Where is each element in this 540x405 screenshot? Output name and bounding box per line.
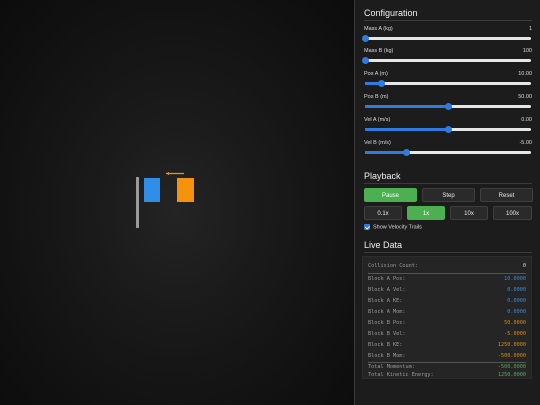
- reset-button[interactable]: Reset: [480, 188, 533, 202]
- stat-value: 50.0000: [504, 320, 526, 326]
- param-value: -5.00: [519, 140, 532, 146]
- stat-value: -500.0000: [497, 353, 526, 359]
- block-b-pos-row: Block B Pos: 50.0000: [368, 320, 526, 329]
- stat-value: 10.0000: [504, 276, 526, 282]
- param-label: Vel A (m/s): [364, 117, 391, 123]
- pos-b-slider[interactable]: [365, 103, 531, 110]
- mass-a-slider[interactable]: [361, 35, 531, 42]
- block-a-vel-row: Block A Vel: 0.0000: [368, 287, 526, 296]
- divider: [364, 252, 532, 253]
- stat-label: Block A Pos:: [368, 276, 406, 282]
- param-vel-b: Vel B (m/s) -5.00: [364, 140, 532, 160]
- param-label: Vel B (m/s): [364, 140, 391, 146]
- block-a-ke-row: Block A KE: 0.0000: [368, 298, 526, 307]
- vel-a-slider[interactable]: [365, 126, 531, 133]
- slider-thumb[interactable]: [361, 35, 369, 42]
- velocity-trails-label: Show Velocity Trails: [373, 224, 422, 231]
- slider-thumb[interactable]: [444, 126, 452, 133]
- param-label: Mass A (kg): [364, 26, 393, 32]
- slider-thumb[interactable]: [444, 103, 452, 110]
- stat-label: Block A Mom:: [368, 309, 406, 315]
- divider: [368, 273, 526, 274]
- slider-thumb[interactable]: [403, 149, 410, 156]
- param-value: 50.00: [518, 94, 532, 100]
- speed-100x-button[interactable]: 100x: [493, 206, 532, 220]
- live-data-panel: Collision Count: 0 Block A Pos: 10.0000 …: [362, 256, 532, 379]
- stat-value: 0.0000: [507, 298, 526, 304]
- stat-label: Block A Vel:: [368, 287, 406, 293]
- block-b-ke-row: Block B KE: 1250.0000: [368, 342, 526, 351]
- pos-a-slider[interactable]: [365, 80, 531, 87]
- total-kinetic-energy-row: Total Kinetic Energy: 1250.0000: [368, 372, 526, 379]
- divider: [364, 183, 532, 184]
- param-pos-b: Pos B (m) 50.00: [364, 94, 532, 114]
- stat-value: 1250.0000: [497, 372, 526, 378]
- stat-value: -500.0000: [497, 364, 526, 370]
- stat-label: Block B Mom:: [368, 353, 406, 359]
- mass-b-slider[interactable]: [361, 57, 531, 64]
- divider: [368, 362, 526, 363]
- velocity-trails-toggle[interactable]: Show Velocity Trails: [364, 224, 422, 230]
- block-b-vel-row: Block B Vel: -5.0000: [368, 331, 526, 340]
- param-mass-b: Mass B (kg) 100: [361, 48, 532, 68]
- slider-thumb[interactable]: [361, 57, 369, 64]
- stat-label: Total Kinetic Energy:: [368, 372, 434, 378]
- block-a-pos-row: Block A Pos: 10.0000: [368, 276, 526, 285]
- param-pos-a: Pos A (m) 10.00: [364, 71, 532, 91]
- stat-label: Collision Count:: [368, 263, 418, 269]
- param-value: 1: [528, 26, 532, 32]
- stat-label: Block A KE:: [368, 298, 403, 304]
- wall: [136, 177, 139, 228]
- divider: [364, 20, 532, 21]
- simulation-canvas: [0, 0, 354, 405]
- speed-10x-button[interactable]: 10x: [450, 206, 488, 220]
- param-vel-a: Vel A (m/s) 0.00: [364, 117, 532, 137]
- param-value: 100: [522, 48, 532, 54]
- stat-value: 0.0000: [507, 287, 526, 293]
- speed-1x-button[interactable]: 1x: [407, 206, 445, 220]
- param-mass-a: Mass A (kg) 1: [361, 26, 532, 46]
- slider-thumb[interactable]: [378, 80, 386, 87]
- checkbox-icon[interactable]: [364, 224, 370, 230]
- stat-value: 1250.0000: [497, 342, 526, 348]
- block-b-mom-row: Block B Mom: -500.0000: [368, 353, 526, 362]
- param-label: Pos B (m): [364, 94, 389, 100]
- configuration-title: Configuration: [364, 8, 418, 18]
- stat-label: Total Momentum:: [368, 364, 415, 370]
- param-value: 0.00: [521, 117, 532, 123]
- stat-value: 0.0000: [507, 309, 526, 315]
- stat-label: Block B KE:: [368, 342, 403, 348]
- block-b: [177, 178, 194, 202]
- block-a: [144, 178, 160, 202]
- stat-label: Block B Pos:: [368, 320, 406, 326]
- param-label: Pos A (m): [364, 71, 388, 77]
- stat-label: Block B Vel:: [368, 331, 406, 337]
- param-value: 10.00: [518, 71, 532, 77]
- playback-title: Playback: [364, 171, 401, 181]
- pause-button[interactable]: Pause: [364, 188, 417, 202]
- stat-value: 0: [522, 263, 526, 269]
- step-button[interactable]: Step: [422, 188, 475, 202]
- param-label: Mass B (kg): [364, 48, 394, 54]
- block-a-mom-row: Block A Mom: 0.0000: [368, 309, 526, 318]
- vel-b-slider[interactable]: [365, 149, 531, 156]
- velocity-trail: [166, 172, 184, 175]
- collision-count-row: Collision Count: 0: [368, 263, 526, 272]
- stat-value: -5.0000: [504, 331, 526, 337]
- speed-0-1x-button[interactable]: 0.1x: [364, 206, 402, 220]
- live-data-title: Live Data: [364, 240, 403, 250]
